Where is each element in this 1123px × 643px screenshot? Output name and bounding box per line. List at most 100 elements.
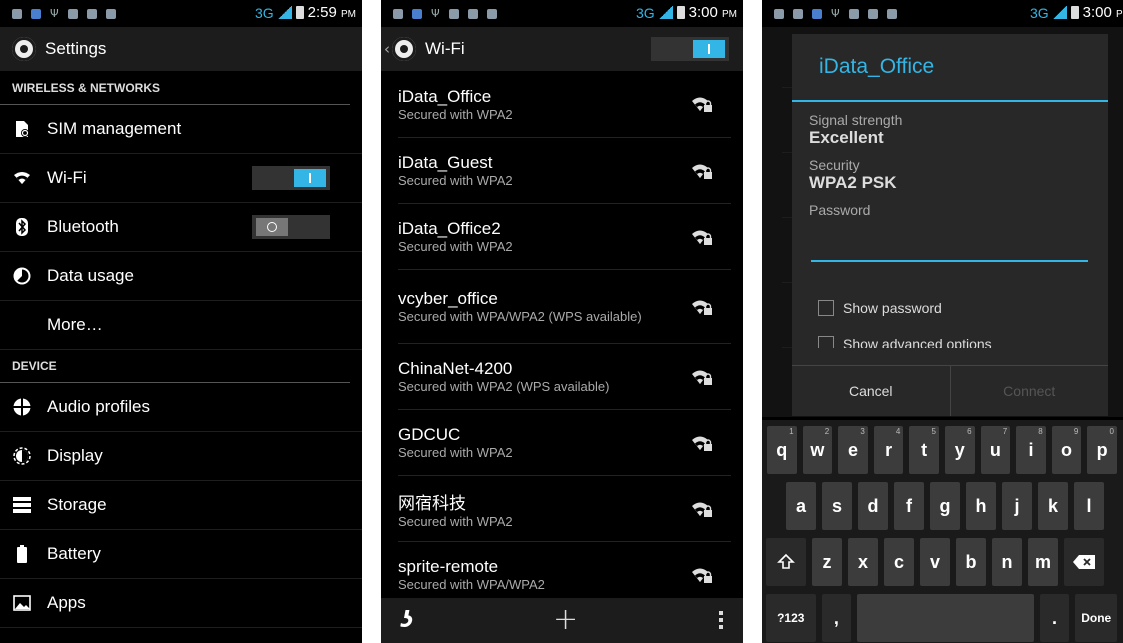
key-k[interactable]: k [1038,482,1068,530]
soft-keyboard: q 1 w 2 e 3 r 4 t 5 y 6 u 7 i 8 o 9 p 0 a s d f g h j k l z x c v b n m ?123… [762,420,1123,643]
show-advanced-checkbox[interactable] [818,336,834,348]
comma-key[interactable]: , [821,594,852,642]
show-password-checkbox[interactable] [818,300,834,316]
done-key[interactable]: Done [1075,594,1118,642]
wifi-network-item[interactable]: iData_Guest Secured with WPA2 [398,138,731,204]
key-label: ?123 [777,611,805,625]
key-i[interactable]: i8 [1016,426,1046,474]
data-usage-icon [13,267,31,285]
bluetooth-toggle[interactable] [252,215,330,239]
key-hint: 1 [789,427,794,436]
settings-item-battery[interactable]: Battery [0,530,362,579]
key-e[interactable]: e3 [838,426,868,474]
settings-item-storage[interactable]: Storage [0,481,362,530]
key-h[interactable]: h [966,482,996,530]
storage-icon [13,496,31,514]
network-security: Secured with WPA2 [398,445,513,460]
key-label: r [885,439,893,460]
notification-icons: Ψ [0,8,116,19]
key-q[interactable]: q1 [767,426,797,474]
network-security: Secured with WPA2 [398,513,513,529]
battery-status-icon [1070,6,1079,19]
secured-wifi-signal-icon [691,434,713,452]
key-z[interactable]: z [812,538,842,586]
back-chevron-icon[interactable]: ‹ [384,40,390,58]
wifi-toggle[interactable] [252,166,330,190]
key-label: q [776,439,788,460]
key-p[interactable]: p0 [1087,426,1117,474]
settings-item-bluetooth[interactable]: Bluetooth [0,203,362,252]
dialog-buttons: Cancel Connect [792,365,1108,416]
notification-icon [86,8,97,19]
shift-key[interactable] [766,538,806,586]
wifi-master-toggle[interactable] [651,37,729,61]
key-g[interactable]: g [930,482,960,530]
key-m[interactable]: m [1028,538,1058,586]
secured-wifi-signal-icon [691,566,713,584]
status-bar: Ψ 3G 2:59 PM [0,0,362,27]
key-label: z [822,551,832,572]
cancel-button[interactable]: Cancel [792,366,951,416]
show-advanced-label: Show advanced options [843,336,992,348]
settings-item-label: Bluetooth [47,217,119,236]
backspace-key[interactable] [1064,538,1104,586]
wifi-network-item[interactable]: 网宿科技 Secured with WPA2 [398,476,731,542]
network-security: Secured with WPA/WPA2 (WPS available) [398,309,642,324]
network-name: ChinaNet-4200 [398,359,513,378]
settings-item-more[interactable]: More… [0,301,362,350]
network-type: 3G [1029,4,1049,21]
security-value: WPA2 PSK [809,173,897,192]
key-j[interactable]: j [1002,482,1032,530]
show-advanced-row[interactable]: Show advanced options [809,336,1092,348]
key-s[interactable]: s [822,482,852,530]
secured-wifi-signal-icon [691,500,713,518]
settings-item-audio-profiles[interactable]: Audio profiles [0,383,362,432]
settings-item-data-usage[interactable]: Data usage [0,252,362,301]
key-label: m [1034,551,1051,572]
scan-icon[interactable]: ʖ [401,608,414,633]
settings-item-display[interactable]: Display [0,432,362,481]
key-label: n [1001,551,1013,572]
key-hint: 6 [967,427,972,436]
key-r[interactable]: r4 [873,426,904,474]
wifi-network-item[interactable]: iData_Office2 Secured with WPA2 [398,204,731,270]
settings-item-apps[interactable]: Apps [0,579,362,628]
period-key[interactable]: . [1039,594,1070,642]
key-b[interactable]: b [956,538,986,586]
key-label: g [939,495,951,516]
key-u[interactable]: u7 [980,426,1011,474]
key-label: l [1086,495,1092,516]
show-password-label: Show password [843,300,942,316]
add-network-icon[interactable]: + [553,602,578,637]
settings-item-sim[interactable]: SIM management [0,105,362,154]
key-x[interactable]: x [848,538,878,586]
key-d[interactable]: d [858,482,888,530]
settings-item-wifi[interactable]: Wi-Fi [0,154,362,203]
key-f[interactable]: f [894,482,924,530]
network-name: GDCUC [398,425,461,444]
key-l[interactable]: l [1074,482,1104,530]
wifi-network-item[interactable]: vcyber_office Secured with WPA/WPA2 (WPS … [398,270,731,344]
connect-button[interactable]: Connect [951,366,1109,416]
key-a[interactable]: a [786,482,816,530]
key-w[interactable]: w2 [802,426,833,474]
notification-icon [793,8,803,19]
password-input[interactable] [811,228,1088,262]
wifi-network-list: iData_Office Secured with WPA2 iData_Guest… [381,71,743,608]
symbols-key[interactable]: ?123 [766,594,816,642]
key-n[interactable]: n [992,538,1022,586]
notification-icon [812,8,822,19]
show-password-row[interactable]: Show password [809,300,1092,316]
wifi-network-item[interactable]: GDCUC Secured with WPA2 [398,410,731,476]
wifi-network-item[interactable]: iData_Office Secured with WPA2 [398,71,731,138]
space-key[interactable] [857,594,1034,642]
key-hint: 8 [1038,427,1043,436]
key-o[interactable]: o9 [1051,426,1082,474]
settings-gear-icon[interactable] [392,37,416,61]
overflow-menu-icon[interactable] [719,611,723,632]
key-c[interactable]: c [884,538,914,586]
key-v[interactable]: v [920,538,950,586]
key-t[interactable]: t5 [909,426,939,474]
wifi-network-item[interactable]: ChinaNet-4200 Secured with WPA2 (WPS avai… [398,344,731,410]
key-y[interactable]: y6 [944,426,975,474]
